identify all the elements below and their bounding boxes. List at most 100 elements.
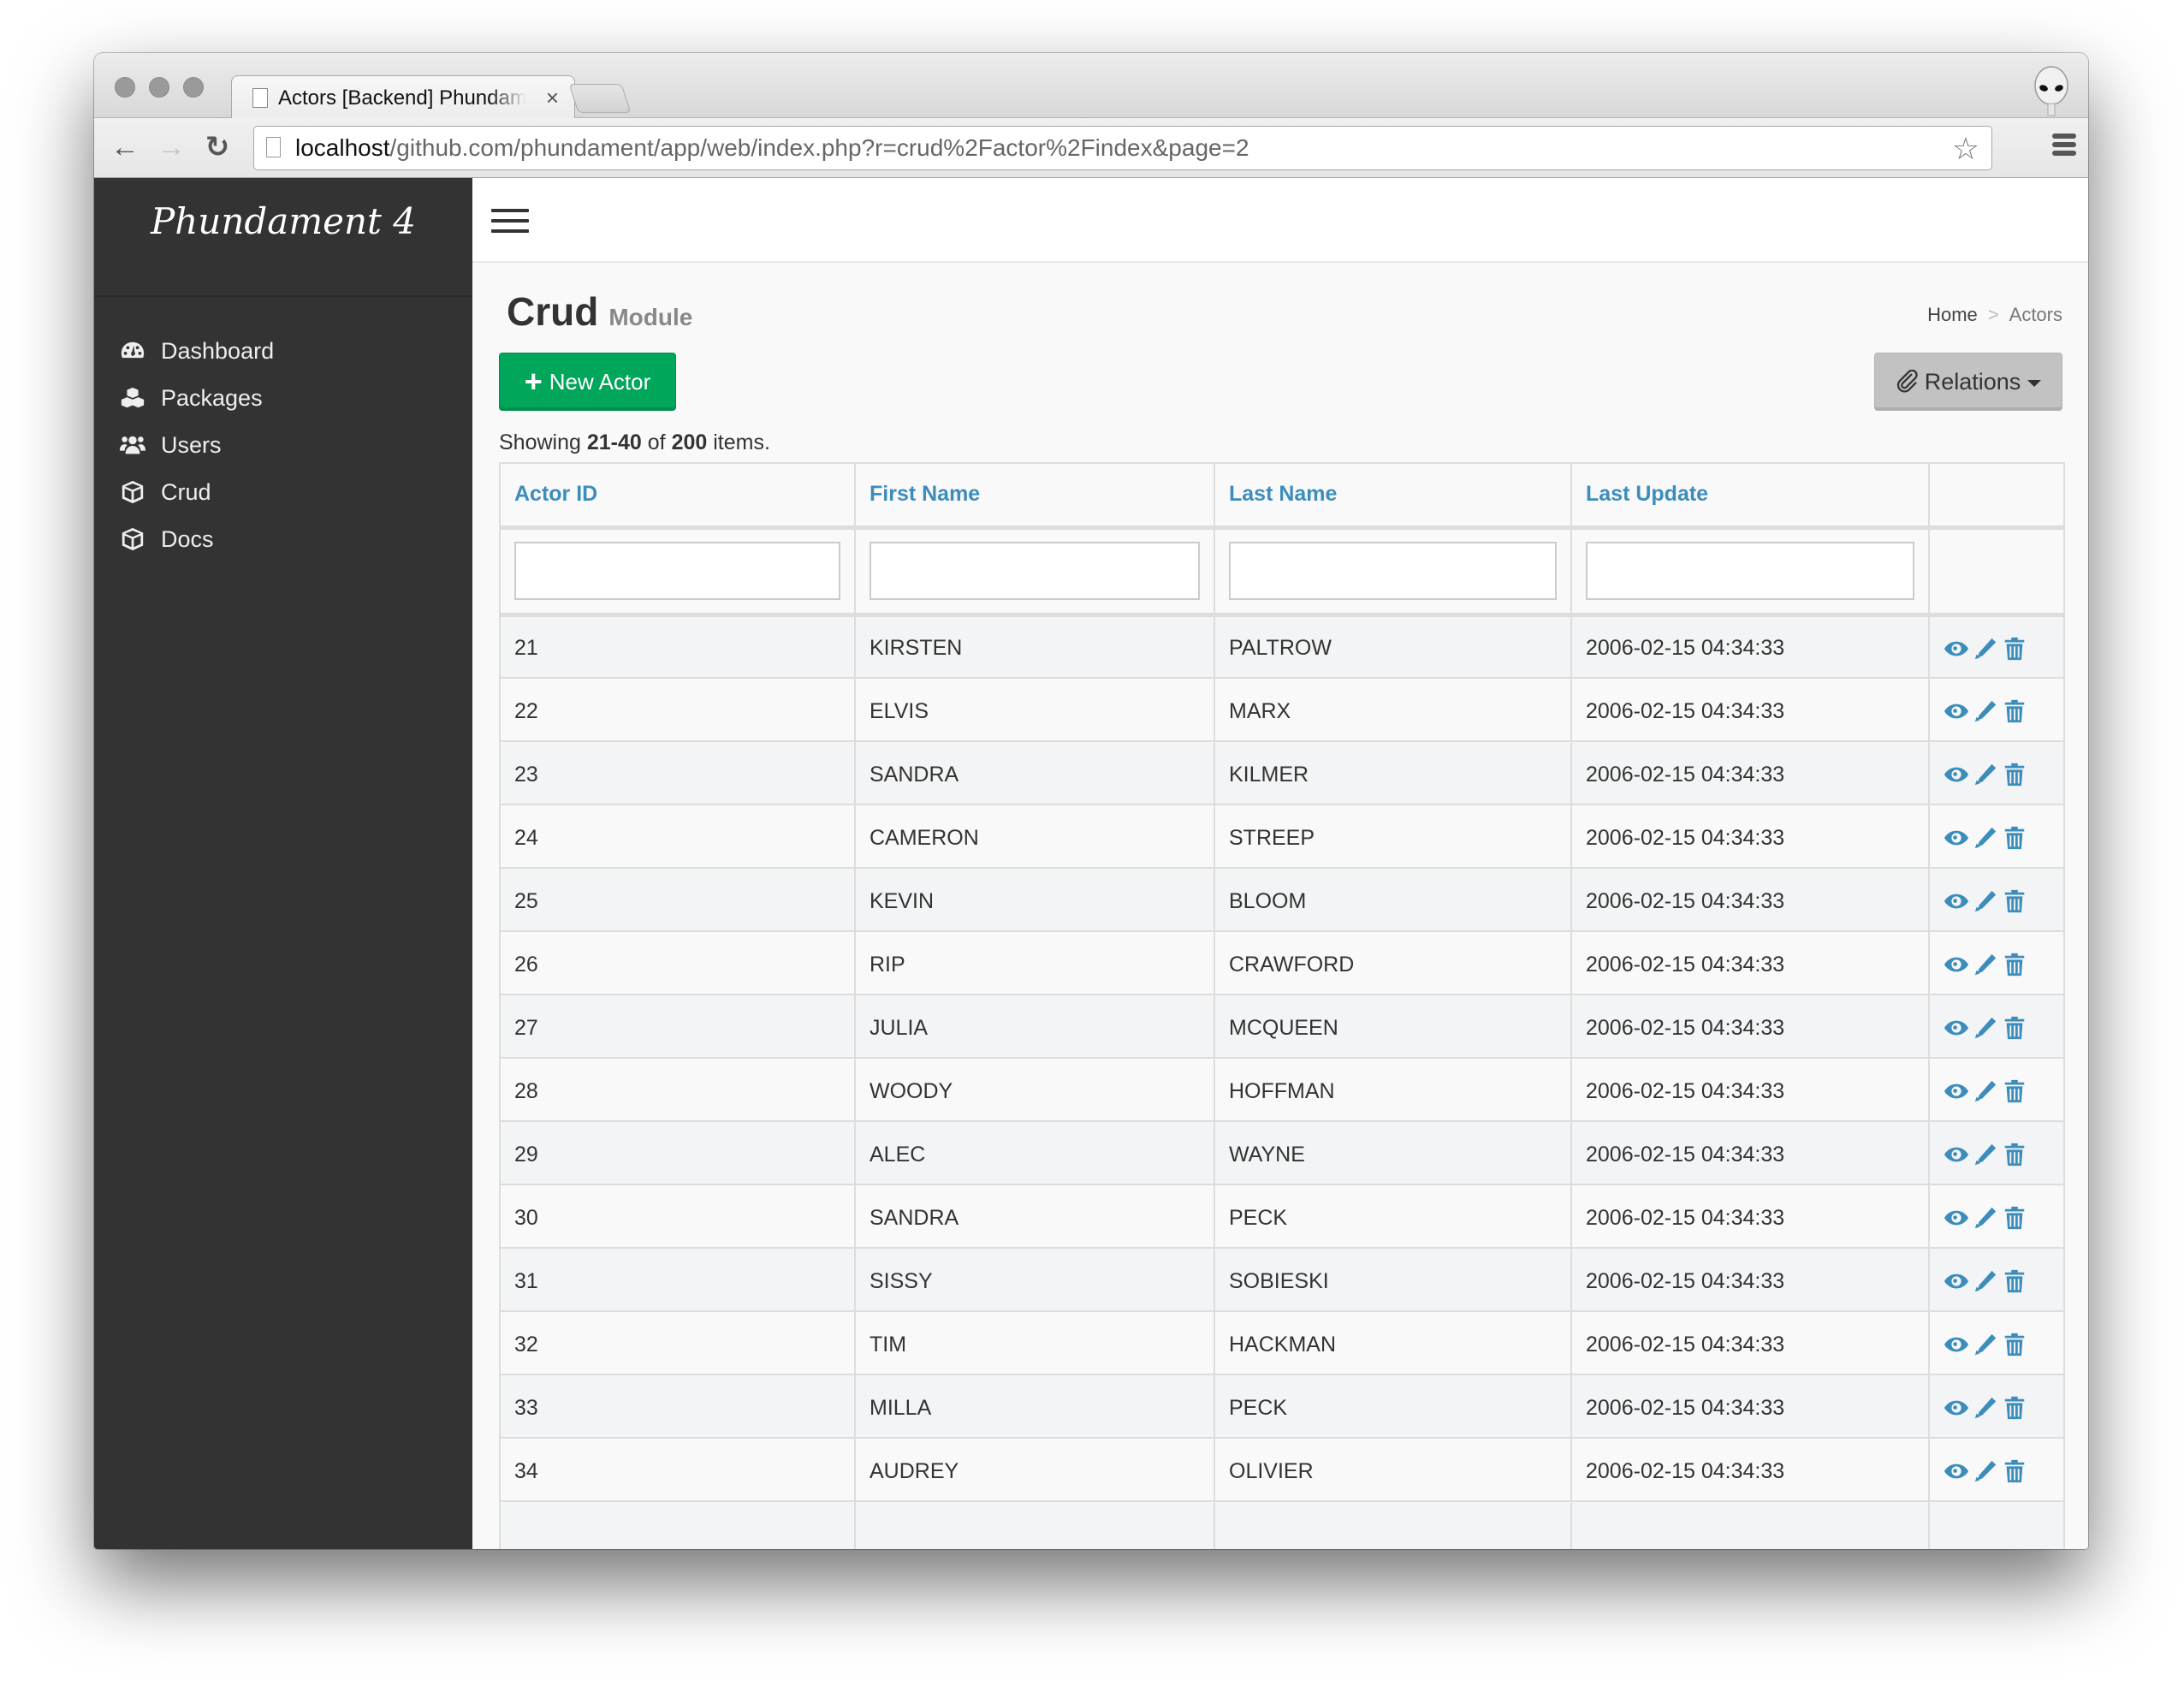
pencil-icon[interactable]: [1973, 1268, 1998, 1294]
pencil-icon[interactable]: [1973, 952, 1998, 977]
page-subtitle: Module: [608, 304, 693, 330]
last-update-cell: 2006-02-15 04:34:33: [1570, 1184, 1930, 1249]
last-update-cell: 2006-02-15 04:34:33: [1570, 1057, 1930, 1122]
column-header-first-name[interactable]: First Name: [854, 462, 1215, 530]
pencil-icon[interactable]: [1973, 1458, 1998, 1484]
back-icon[interactable]: ←: [108, 130, 142, 164]
pencil-icon[interactable]: [1973, 888, 1998, 914]
breadcrumb-actors: Actors: [2009, 304, 2062, 325]
filter-first-name-input[interactable]: [869, 542, 1200, 600]
trash-icon[interactable]: [2002, 952, 2027, 977]
first-name-cell: AUDREY: [854, 1437, 1215, 1502]
trash-icon[interactable]: [2002, 888, 2027, 914]
table-row: 33 MILLA PECK 2006-02-15 04:34:33: [499, 1374, 2065, 1439]
eye-icon[interactable]: [1944, 1458, 1969, 1484]
first-name-cell: WOODY: [854, 1057, 1215, 1122]
trash-icon[interactable]: [2002, 825, 2027, 851]
trash-icon[interactable]: [2002, 762, 2027, 787]
column-header-last-name[interactable]: Last Name: [1214, 462, 1572, 530]
pencil-icon[interactable]: [1973, 1142, 1998, 1167]
eye-icon[interactable]: [1944, 698, 1969, 724]
row-actions: [1928, 867, 2065, 932]
pencil-icon[interactable]: [1973, 762, 1998, 787]
pencil-icon[interactable]: [1973, 1205, 1998, 1231]
eye-icon[interactable]: [1944, 1332, 1969, 1357]
filter-last-name-input[interactable]: [1229, 542, 1557, 600]
table-row: 28 WOODY HOFFMAN 2006-02-15 04:34:33: [499, 1057, 2065, 1122]
trash-icon[interactable]: [2002, 1205, 2027, 1231]
pencil-icon[interactable]: [1973, 698, 1998, 724]
eye-icon[interactable]: [1944, 1015, 1969, 1041]
grid-summary: Showing 21-40 of 200 items.: [499, 430, 770, 454]
table-row: 31 SISSY SOBIESKI 2006-02-15 04:34:33: [499, 1247, 2065, 1312]
pencil-icon[interactable]: [1973, 1015, 1998, 1041]
zoom-window-button[interactable]: [183, 77, 204, 98]
trash-icon[interactable]: [2002, 698, 2027, 724]
trash-icon[interactable]: [2002, 636, 2027, 662]
url-text[interactable]: localhost/github.com/phundament/app/web/…: [295, 134, 1249, 162]
trash-icon[interactable]: [2002, 1395, 2027, 1421]
browser-menu-icon[interactable]: [2052, 134, 2076, 159]
pencil-icon[interactable]: [1973, 1395, 1998, 1421]
relations-dropdown-button[interactable]: Relations: [1874, 353, 2062, 411]
last-name-cell: STREEP: [1214, 804, 1572, 869]
sidebar-toggle-icon[interactable]: [491, 209, 529, 240]
last-update-cell: 2006-02-15 04:34:33: [1570, 677, 1930, 742]
column-header-actor-id[interactable]: Actor ID: [499, 462, 856, 530]
close-window-button[interactable]: [115, 77, 135, 98]
table-header-row: Actor ID First Name Last Name Last Updat…: [499, 462, 2065, 530]
trash-icon[interactable]: [2002, 1078, 2027, 1104]
brand-logo[interactable]: Phundament 4: [94, 178, 472, 297]
profile-avatar-icon[interactable]: [2030, 65, 2073, 116]
last-name-cell: PECK: [1214, 1184, 1572, 1249]
eye-icon[interactable]: [1944, 1078, 1969, 1104]
eye-icon[interactable]: [1944, 1142, 1969, 1167]
trash-icon[interactable]: [2002, 1142, 2027, 1167]
paperclip-icon: [1896, 370, 1918, 393]
pencil-icon[interactable]: [1973, 1332, 1998, 1357]
actor-id-cell: 34: [499, 1437, 856, 1502]
last-name-cell: PALTROW: [1214, 614, 1572, 679]
trash-icon[interactable]: [2002, 1458, 2027, 1484]
browser-tab-active[interactable]: Actors [Backend] Phundament 4 ×: [231, 75, 575, 119]
last-name-cell: OLIVIER: [1214, 1437, 1572, 1502]
trash-icon[interactable]: [2002, 1268, 2027, 1294]
main-content: Crud Module Home > Actors + New Actor Relat…: [472, 263, 2088, 1549]
column-header-last-update[interactable]: Last Update: [1570, 462, 1930, 530]
eye-icon[interactable]: [1944, 952, 1969, 977]
last-name-cell: HACKMAN: [1214, 1310, 1572, 1375]
pencil-icon[interactable]: [1973, 1078, 1998, 1104]
eye-icon[interactable]: [1944, 636, 1969, 662]
first-name-cell: CAMERON: [854, 804, 1215, 869]
breadcrumb-home[interactable]: Home: [1927, 304, 1978, 325]
eye-icon[interactable]: [1944, 825, 1969, 851]
actor-id-cell: 22: [499, 677, 856, 742]
table-row: 21 KIRSTEN PALTROW 2006-02-15 04:34:33: [499, 614, 2065, 679]
filter-last-update-input[interactable]: [1586, 542, 1914, 600]
new-actor-button[interactable]: + New Actor: [499, 353, 676, 411]
forward-icon[interactable]: →: [154, 130, 188, 164]
new-actor-label: New Actor: [549, 368, 651, 395]
new-tab-button[interactable]: [568, 84, 632, 113]
last-name-cell: SOBIESKI: [1214, 1247, 1572, 1312]
cube-icon: [122, 527, 144, 551]
eye-icon[interactable]: [1944, 888, 1969, 914]
eye-icon[interactable]: [1944, 762, 1969, 787]
sidebar-item-docs[interactable]: Docs: [94, 505, 472, 573]
row-actions: [1928, 1120, 2065, 1185]
reload-icon[interactable]: ↻: [200, 130, 234, 164]
eye-icon[interactable]: [1944, 1268, 1969, 1294]
pencil-icon[interactable]: [1973, 636, 1998, 662]
bookmark-star-icon[interactable]: ☆: [1952, 131, 1979, 167]
pencil-icon[interactable]: [1973, 825, 1998, 851]
filter-actor-id-input[interactable]: [514, 542, 840, 600]
address-bar[interactable]: localhost/github.com/phundament/app/web/…: [253, 126, 1992, 170]
trash-icon[interactable]: [2002, 1332, 2027, 1357]
tab-close-icon[interactable]: ×: [546, 85, 559, 111]
trash-icon[interactable]: [2002, 1015, 2027, 1041]
eye-icon[interactable]: [1944, 1205, 1969, 1231]
last-name-cell: MCQUEEN: [1214, 994, 1572, 1059]
page-title: Crud Module: [507, 288, 692, 335]
minimize-window-button[interactable]: [149, 77, 169, 98]
eye-icon[interactable]: [1944, 1395, 1969, 1421]
